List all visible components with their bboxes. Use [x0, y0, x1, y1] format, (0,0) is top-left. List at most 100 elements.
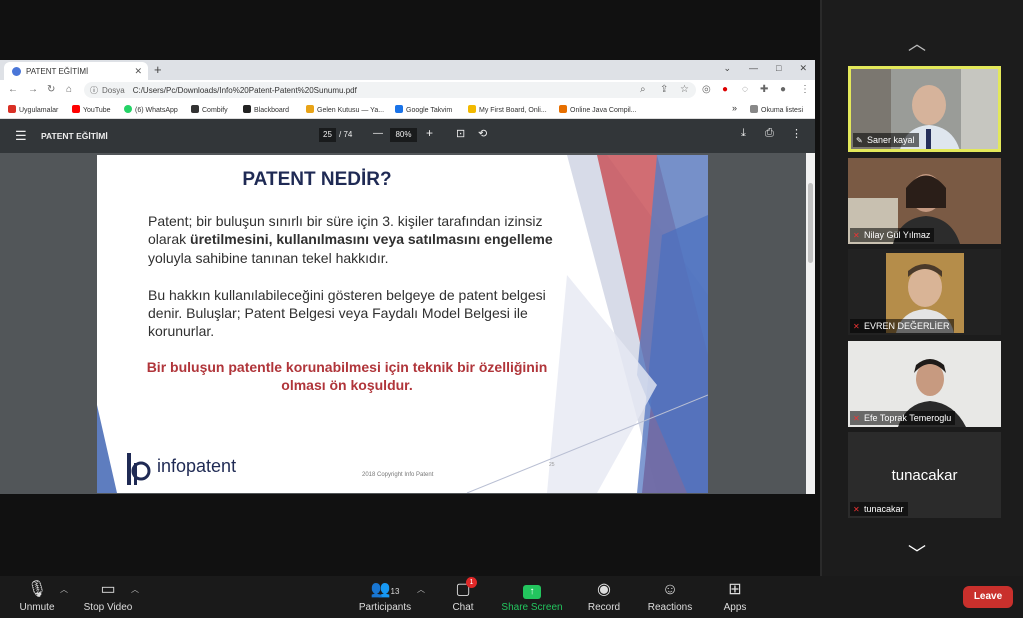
- extension-icon[interactable]: ◎: [702, 84, 711, 95]
- java-icon: [559, 105, 567, 113]
- zoom-out-button[interactable]: —: [373, 128, 383, 139]
- slide-paragraph-1-line-2: olarak üretilmesini, kullanılmasını veya…: [148, 230, 553, 249]
- slide-copyright: 2018 Copyright Info Patent: [362, 472, 434, 478]
- slide-page-number: 25: [549, 462, 555, 468]
- muted-mic-icon: ✕: [853, 505, 860, 514]
- apps-button[interactable]: ⊞ Apps: [720, 580, 750, 613]
- reload-icon[interactable]: ↻: [47, 84, 55, 95]
- slide-paragraph-2-line-3: korunurlar.: [148, 323, 215, 339]
- chrome-menu-icon[interactable]: ⋮: [800, 84, 810, 95]
- unmute-button[interactable]: 🎙 Unmute: [18, 580, 56, 613]
- bookmark-star-icon[interactable]: ☆: [680, 84, 689, 95]
- apps-icon: ⊞: [728, 581, 742, 598]
- bookmark-my-first-board[interactable]: My First Board, Onli...: [468, 105, 547, 114]
- youtube-extension-icon[interactable]: ●: [722, 84, 728, 95]
- share-screen-label: Share Screen: [501, 602, 563, 613]
- muted-mic-icon: ✕: [853, 231, 860, 240]
- download-icon[interactable]: ⤓: [741, 127, 746, 140]
- fit-page-icon[interactable]: ⊡: [456, 127, 465, 140]
- video-tile-efe-toprak-temeroglu[interactable]: Efe Toprak Temeroglu ✕: [848, 341, 1001, 427]
- bookmarks-overflow[interactable]: »: [732, 103, 737, 113]
- participants-label: Participants: [358, 602, 412, 613]
- pdf-scrollbar[interactable]: [806, 153, 815, 494]
- board-icon: [468, 105, 476, 113]
- pdf-viewport[interactable]: PATENT NEDİR? Patent; bir buluşun sınırl…: [0, 153, 815, 494]
- address-url: C:/Users/Pc/Downloads/Info%20Patent-Pate…: [132, 86, 357, 95]
- participants-options-chevron-icon[interactable]: ︿: [417, 584, 425, 595]
- share-icon[interactable]: ⇪: [660, 84, 668, 95]
- bookmark-combify[interactable]: Combify: [191, 105, 228, 114]
- address-bar[interactable]: ⓘ Dosya C:/Users/Pc/Downloads/Info%20Paten…: [84, 82, 696, 98]
- forward-icon[interactable]: →: [28, 84, 38, 95]
- tab-search-button[interactable]: ⌄: [723, 63, 731, 74]
- meeting-toolbar: 🎙 Unmute ︿ ▭ Stop Video ︿ 👥13 Participan…: [0, 576, 1023, 618]
- bookmark-reading-list[interactable]: Okuma listesi: [750, 105, 803, 114]
- video-tile-tunacakar[interactable]: tunacakar tunacakar ✕: [848, 432, 1001, 518]
- youtube-icon: [72, 105, 80, 113]
- bookmark-blackboard[interactable]: Blackboard: [243, 105, 289, 114]
- record-button[interactable]: ◉ Record: [586, 580, 622, 613]
- audio-options-chevron-icon[interactable]: ︿: [60, 584, 68, 595]
- close-window-button[interactable]: ✕: [799, 63, 807, 74]
- home-icon[interactable]: ⌂: [66, 84, 72, 95]
- slide-paragraph-1-line-1: Patent; bir buluşun sınırlı bir süre içi…: [148, 213, 543, 229]
- slide-paragraph-1-bold-text: üretilmesini, kullanılmasını veya satılm…: [190, 231, 553, 247]
- rotate-icon[interactable]: ⟲: [478, 127, 487, 140]
- pdf-favicon-icon: [12, 67, 21, 76]
- share-screen-button[interactable]: ↑ Share Screen: [500, 580, 564, 613]
- pdf-scrollbar-thumb[interactable]: [808, 183, 813, 263]
- slide-page: PATENT NEDİR? Patent; bir buluşun sınırl…: [97, 155, 708, 493]
- extension-icon-2[interactable]: ◌: [742, 84, 748, 95]
- zoom-search-icon[interactable]: ⌕: [640, 84, 646, 95]
- participant-name-label: Saner kayal: [853, 133, 919, 147]
- minimize-button[interactable]: —: [749, 63, 758, 74]
- pdf-toolbar: ☰ PATENT EĞİTİMİ 25 / 74 — 80% + ⊡ ⟲ ⤓ ⎙…: [0, 119, 815, 153]
- slide-highlight-line-1: Bir buluşun patentle korunabilmesi için …: [146, 359, 548, 375]
- calendar-icon: [395, 105, 403, 113]
- gallery-down-chevron-icon[interactable]: ﹀: [908, 540, 926, 566]
- bookmark-youtube[interactable]: YouTube: [72, 105, 111, 114]
- leave-button[interactable]: Leave: [963, 586, 1013, 608]
- tab-pdf[interactable]: PATENT EĞİTİMİ ✕: [4, 62, 148, 80]
- mail-icon: [306, 105, 314, 113]
- bookmark-apps[interactable]: Uygulamalar: [8, 105, 58, 114]
- print-icon[interactable]: ⎙: [765, 127, 774, 140]
- pdf-more-icon[interactable]: ⋮: [791, 127, 802, 140]
- participant-name-label: EVREN DEĞERLİER: [850, 319, 954, 333]
- new-tab-button[interactable]: +: [154, 62, 162, 77]
- video-tile-evren-degerlier[interactable]: EVREN DEĞERLİER ✕: [848, 249, 1001, 335]
- gallery-up-chevron-icon[interactable]: ︿: [908, 30, 926, 56]
- blackboard-icon: [243, 105, 251, 113]
- stop-video-button[interactable]: ▭ Stop Video: [82, 580, 134, 613]
- bookmark-online-java[interactable]: Online Java Compil...: [559, 105, 637, 114]
- participant-gallery: ︿ Saner kayal ✎ Nilay Gül Yılmaz ✕ EVREN…: [820, 0, 1023, 576]
- video-tile-nilay-gul-yilmaz[interactable]: Nilay Gül Yılmaz ✕: [848, 158, 1001, 244]
- participants-button[interactable]: 👥13 Participants: [356, 580, 414, 613]
- pdf-page-total: / 74: [339, 130, 353, 139]
- bookmark-whatsapp[interactable]: (6) WhatsApp: [124, 105, 178, 114]
- browser-window: PATENT EĞİTİMİ ✕ + ⌄ — □ ✕ ← → ↻ ⌂ ⓘ Dosy…: [0, 60, 815, 494]
- pdf-menu-icon[interactable]: ☰: [15, 128, 27, 144]
- puzzle-icon[interactable]: ✚: [760, 84, 768, 95]
- tab-title: PATENT EĞİTİMİ: [26, 67, 89, 76]
- slide-paragraph-2-line-1: Bu hakkın kullanılabileceğini gösteren b…: [148, 287, 546, 303]
- infopatent-logo: infopatent: [125, 449, 275, 489]
- pin-icon: ✎: [856, 136, 863, 145]
- info-icon: ⓘ: [90, 86, 98, 95]
- video-options-chevron-icon[interactable]: ︿: [131, 584, 139, 595]
- tab-close-icon[interactable]: ✕: [134, 66, 142, 77]
- video-off-name: tunacakar: [891, 467, 958, 484]
- chat-button[interactable]: ▢ 1 Chat: [448, 577, 478, 613]
- logo-text: infopatent: [157, 456, 237, 476]
- bookmark-gelen-kutusu[interactable]: Gelen Kutusu — Ya...: [306, 105, 384, 114]
- zoom-level-input[interactable]: 80%: [390, 128, 417, 142]
- back-icon[interactable]: ←: [8, 84, 18, 95]
- pdf-page-input[interactable]: 25: [319, 128, 336, 142]
- zoom-in-button[interactable]: +: [426, 126, 433, 140]
- reading-list-icon: [750, 105, 758, 113]
- reactions-button[interactable]: ☺ Reactions: [646, 580, 694, 613]
- bookmark-google-takvim[interactable]: Google Takvim: [395, 105, 452, 114]
- video-tile-saner-kayal[interactable]: Saner kayal ✎: [848, 66, 1001, 152]
- maximize-button[interactable]: □: [776, 63, 781, 74]
- profile-icon[interactable]: ●: [780, 84, 786, 95]
